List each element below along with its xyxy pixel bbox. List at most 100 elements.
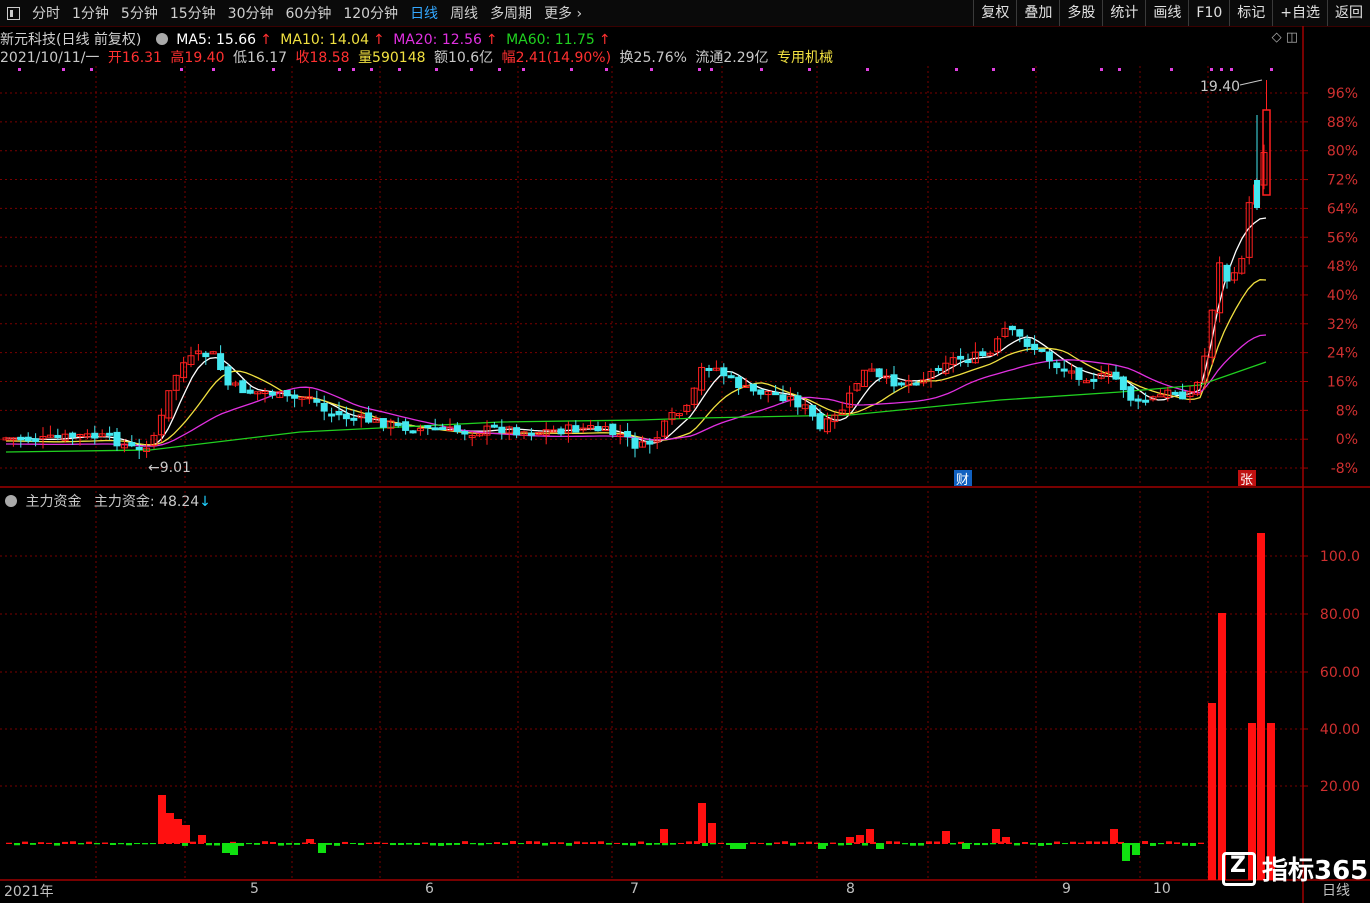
candle-body (912, 382, 920, 386)
flow-bar-small (750, 842, 756, 844)
candle-body (283, 390, 291, 397)
flow-bar-small (374, 842, 380, 844)
ma-line (5, 217, 1267, 447)
flow-bar (660, 829, 668, 843)
settings-circle-icon[interactable] (5, 495, 17, 507)
flow-bar-small (246, 843, 252, 845)
candle-body (1075, 367, 1083, 380)
flow-bar-small (366, 842, 372, 844)
flow-bar-small (286, 843, 292, 845)
flow-bar-small (206, 843, 212, 846)
candle-body (624, 430, 632, 438)
flow-bar-small (102, 842, 108, 844)
candle-body (1119, 376, 1127, 391)
flow-bar (306, 839, 314, 843)
flow-bar-small (494, 842, 500, 844)
event-dot (1220, 68, 1223, 71)
event-dot (398, 68, 401, 71)
candle-body (246, 389, 254, 394)
flow-bar-small (582, 842, 588, 844)
sub-chart-title[interactable]: 主力资金 (25, 494, 81, 510)
candle-body (957, 355, 965, 360)
flow-bar-small (910, 843, 916, 846)
flow-bar-small (974, 843, 980, 846)
min-price-label: ←9.01 (148, 460, 191, 476)
event-dot (710, 68, 713, 71)
moving-average-lines (5, 217, 1267, 453)
event-marker-label: 财 (956, 473, 969, 488)
flow-bar-small (270, 841, 276, 844)
logo-text: 指标365 (1262, 856, 1369, 886)
flow-bar-small (550, 842, 556, 844)
sub-chart-value: 主力资金: 48.24 (93, 494, 200, 510)
flow-bar-small (638, 841, 644, 844)
kline-chart[interactable]: 96% 88% 80% 72% 64% 56% 48% 40% 32% 24% 16% 8% 0% -8%… (0, 0, 1370, 903)
candle-body (1127, 386, 1135, 401)
flow-bar-small (1046, 843, 1052, 845)
candle-body (335, 410, 343, 416)
flow-bar-small (238, 843, 244, 846)
y-axis-label: 16% (1327, 375, 1358, 391)
flow-bar-small (598, 841, 604, 844)
x-axis-label: 9 (1062, 881, 1071, 897)
candle-body (69, 432, 77, 438)
candle-body (320, 403, 328, 412)
candle-body (135, 446, 143, 450)
flow-bar-small (406, 843, 412, 845)
candle-body (394, 422, 402, 426)
event-dot (18, 68, 21, 71)
flow-bar-small (1182, 843, 1188, 846)
event-marker-label: 张 (1240, 473, 1253, 488)
flow-bar-small (990, 843, 996, 845)
candle-body (1053, 362, 1061, 369)
flow-bar-small (1174, 842, 1180, 844)
flow-bar-small (262, 841, 268, 844)
flow-bar-small (1150, 843, 1156, 846)
flow-bar-small (30, 843, 36, 845)
candle-body (1008, 325, 1016, 331)
y-axis-label: 64% (1327, 201, 1358, 217)
candle-body (1090, 378, 1098, 382)
flow-bar (708, 823, 716, 843)
flow-bar (182, 825, 190, 843)
candle-body (875, 368, 883, 378)
flow-bar-small (150, 843, 156, 845)
flow-bar-small (70, 841, 76, 844)
candle-body (490, 424, 498, 428)
candle-body (557, 428, 565, 435)
candle-body (1223, 264, 1231, 282)
flow-bar-small (94, 843, 100, 845)
flow-bar-small (510, 841, 516, 844)
flow-bar-small (126, 843, 132, 846)
flow-bar (318, 843, 326, 853)
candle-body (313, 399, 321, 403)
event-dot (498, 68, 501, 71)
flow-bar-small (486, 843, 492, 845)
sub-y-axis-label: 80.00 (1320, 607, 1360, 623)
candle-body (498, 426, 506, 433)
y-axis-label: 24% (1327, 346, 1358, 362)
candle-body (431, 427, 439, 431)
candle-body (106, 432, 114, 436)
axis-labels: 96% 88% 80% 72% 64% 56% 48% 40% 32% 24% 16% 8% 0% -8%… (18, 68, 1360, 795)
candle-body (461, 430, 469, 435)
flow-bar (730, 843, 738, 849)
candle-body (897, 382, 905, 386)
flow-bar-small (1070, 841, 1076, 844)
sub-y-axis-label: 40.00 (1320, 722, 1360, 738)
candle-body (1060, 368, 1068, 372)
flow-bar-small (982, 843, 988, 846)
flow-bar (1002, 837, 1010, 843)
flow-bar-small (894, 841, 900, 844)
flow-bar-small (422, 842, 428, 844)
flow-bar-small (78, 843, 84, 845)
candle-body (749, 383, 757, 392)
flow-bar-small (606, 843, 612, 845)
flow-bar-small (518, 843, 524, 845)
y-axis-label: 56% (1327, 230, 1358, 246)
event-dot (650, 68, 653, 71)
candle-body (128, 442, 136, 447)
x-axis-label: 5 (250, 881, 259, 897)
candle-body (424, 425, 432, 429)
flow-bar-small (110, 843, 116, 845)
